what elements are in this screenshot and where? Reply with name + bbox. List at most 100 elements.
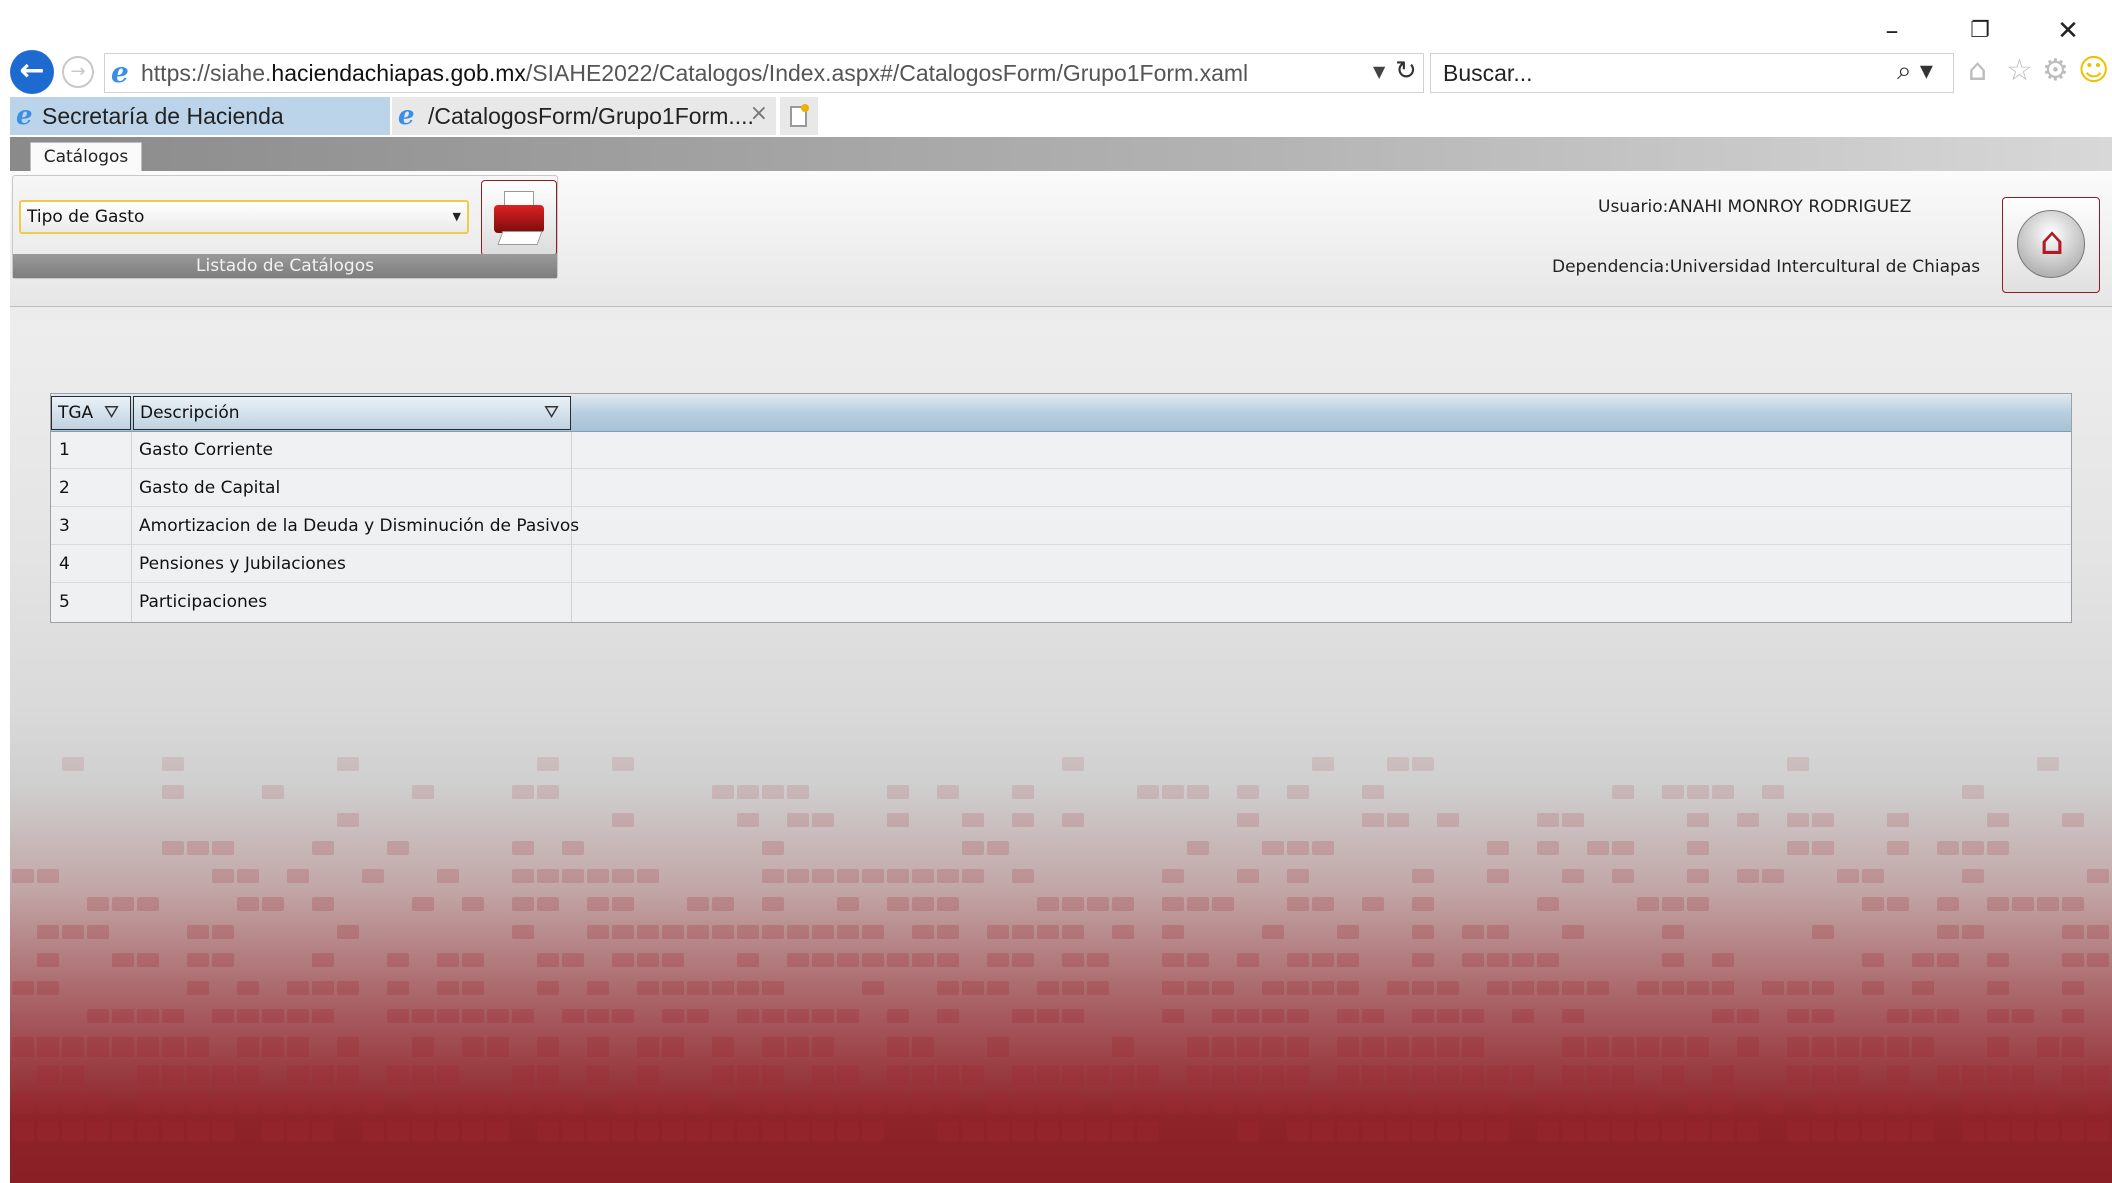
background-block [1787,1121,1809,1141]
background-block [462,1093,484,1113]
background-block [1487,841,1509,855]
restore-button[interactable]: ❐ [1960,14,2000,48]
background-block [787,1121,809,1141]
background-block [437,1065,459,1085]
tab-catalogos[interactable]: Catálogos [30,142,142,172]
background-block [1362,1121,1384,1141]
close-window-button[interactable]: ✕ [2048,14,2088,48]
table-row[interactable]: 4 Pensiones y Jubilaciones [51,546,2071,583]
gear-icon[interactable]: ⚙ [2042,56,2069,86]
background-block [762,841,784,855]
minimize-button[interactable]: – [1872,14,1912,48]
background-block [2037,1093,2059,1113]
background-block [1512,1009,1534,1023]
background-block [612,953,634,967]
background-block [787,785,809,799]
search-icon[interactable]: ⌕ ▾ [1897,56,1933,87]
background-block [912,925,934,939]
tab-close-icon[interactable]: × [750,101,768,126]
table-row[interactable]: 1 Gasto Corriente [51,432,2071,469]
background-block [1337,1037,1359,1057]
background-block [537,1037,559,1057]
url-text[interactable]: https://siahe.haciendachiapas.gob.mx/SIA… [141,60,1248,87]
background-block [862,1121,884,1141]
background-block [1462,1121,1484,1141]
background-block [1937,1009,1959,1023]
table-row[interactable]: 2 Gasto de Capital [51,470,2071,507]
background-block [237,897,259,911]
background-block [662,1037,684,1057]
background-block [937,1065,959,1085]
background-block [1712,981,1734,995]
smiley-icon[interactable]: ☺ [2078,56,2109,86]
background-block [762,1121,784,1141]
background-block [462,953,484,967]
search-box[interactable]: ⌕ ▾ [1430,53,1954,93]
filter-icon[interactable]: ⛛ [544,403,559,423]
refresh-icon[interactable]: ↻ [1395,56,1417,86]
address-dropdown-icon[interactable]: ▼ [1373,62,1385,81]
print-button[interactable] [481,180,557,256]
background-block [1762,785,1784,799]
background-block [237,981,259,995]
background-block [962,1121,984,1141]
background-block [162,1009,184,1023]
background-block [1862,1037,1884,1057]
background-block [312,841,334,855]
background-block [1737,1037,1759,1057]
url-prefix: https://siahe. [141,60,272,86]
background-block [662,981,684,995]
background-block [837,897,859,911]
background-block [2037,1121,2059,1141]
background-block [1162,1009,1184,1023]
background-block [1637,897,1659,911]
background-block [137,1121,159,1141]
table-row[interactable]: 3 Amortizacion de la Deuda y Disminución… [51,508,2071,545]
background-block [2012,1009,2034,1023]
background-block [837,1009,859,1023]
background-block [412,1093,434,1113]
catalog-select[interactable]: Tipo de Gasto ▼ [19,200,469,234]
background-block [112,953,134,967]
forward-button[interactable]: → [62,56,94,88]
background-block [637,925,659,939]
background-block [1637,1121,1659,1141]
background-block [362,869,384,883]
catalog-group: Tipo de Gasto ▼ Listado de Catálogos [12,175,558,279]
home-icon[interactable]: ⌂ [1968,56,1987,86]
background-block [812,1065,834,1085]
background-block [1337,1093,1359,1113]
new-tab-button[interactable] [780,97,818,135]
search-input[interactable] [1443,60,1883,87]
background-block [1912,1037,1934,1057]
background-block [887,897,909,911]
background-block [187,981,209,995]
background-block [562,841,584,855]
back-button[interactable]: ← [10,50,54,94]
table-row[interactable]: 5 Participaciones [51,584,2071,621]
background-block [612,869,634,883]
background-block [1887,1121,1909,1141]
column-header-descripcion[interactable]: Descripción ⛛ [133,396,571,430]
background-block [1662,981,1684,995]
background-block [537,897,559,911]
background-block [1362,1065,1384,1085]
star-icon[interactable]: ☆ [2006,56,2033,86]
tab-secretaria-hacienda[interactable]: e Secretaría de Hacienda [10,97,390,135]
tab-catalogos-form[interactable]: e /CatalogosForm/Grupo1Form.... × [392,97,776,135]
background-block [1237,953,1259,967]
background-block [687,897,709,911]
background-block [262,1037,284,1057]
filter-icon[interactable]: ⛛ [104,403,119,423]
background-block [812,925,834,939]
background-block [787,925,809,939]
column-header-tga[interactable]: TGA ⛛ [51,396,131,430]
home-button[interactable]: ⌂ [2002,197,2100,293]
background-block [1687,785,1709,799]
background-block [637,1037,659,1057]
background-block [1687,841,1709,855]
address-bar[interactable]: e https://siahe.haciendachiapas.gob.mx/S… [104,53,1424,93]
background-block [1087,1121,1109,1141]
background-block [1487,953,1509,967]
background-block [712,785,734,799]
